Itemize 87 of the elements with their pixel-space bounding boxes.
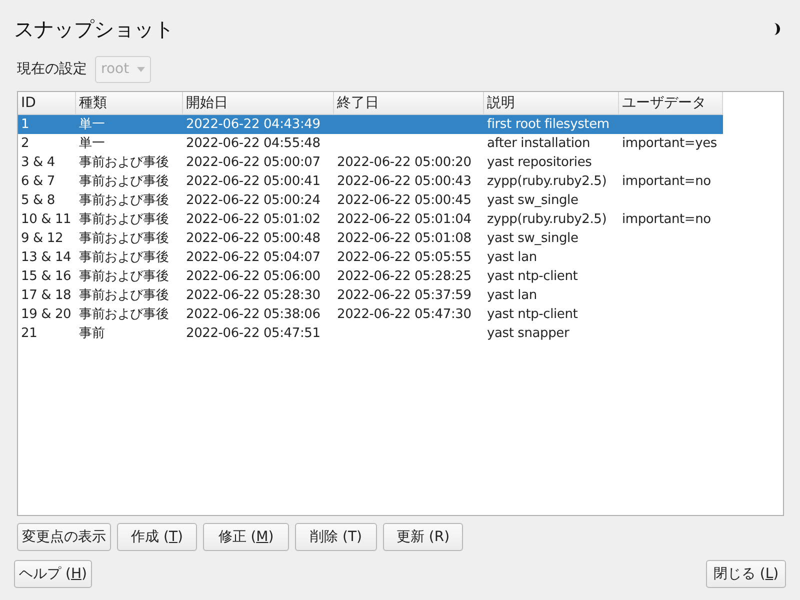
table-row[interactable]: 17 & 18 事前および事後 2022-06-22 05:28:30 2022-06-22 05:37:59 yast lan [18,286,723,305]
config-label: 現在の設定 [17,60,87,79]
table-cell-text: important=yes [622,134,717,153]
table-cell-text: important=no [622,172,711,191]
table-cell-text: yast ntp-client [487,306,578,324]
table-row[interactable]: 10 & 11 事前および事後 2022-06-22 05:01:02 2022-06-22 05:01:04 zypp(ruby.ruby2.5) important=no [18,210,723,229]
table-cell-text: first root filesystem [487,116,610,134]
column-header[interactable]: ユーザデータ [619,92,723,114]
table-cell-text: 事前および事後 [79,210,169,229]
table-cell-text: 単一 [79,134,105,153]
table-row[interactable]: 6 & 7 事前および事後 2022-06-22 05:00:41 2022-06-22 05:00:43 zypp(ruby.ruby2.5) important=no [18,172,723,191]
table-cell-text: 事前および事後 [79,268,169,286]
table-cell-text: 事前および事後 [79,172,169,191]
column-header[interactable]: ID [18,92,76,114]
table-cell-text: 2022-06-22 05:47:30 [337,306,472,324]
table-row[interactable]: 5 & 8 事前および事後 2022-06-22 05:00:24 2022-06-22 05:00:45 yast sw_single [18,191,723,210]
table-cell-text: 2022-06-22 04:55:48 [186,134,320,153]
table-cell-text: 2022-06-22 05:01:02 [186,210,320,229]
table-row[interactable]: 15 & 16 事前および事後 2022-06-22 05:06:00 2022-06-22 05:28:25 yast ntp-client [18,267,723,286]
table-cell-text: yast lan [487,248,537,267]
delete-button[interactable]: 削除 (T) [295,523,377,551]
table-cell-text: 9 & 12 [21,230,64,248]
table-cell-text: 2022-06-22 05:00:41 [186,172,320,191]
table-cell-text: 3 & 4 [21,154,55,172]
window-title: スナップショット [14,16,174,43]
table-cell-text: 2022-06-22 05:01:04 [337,210,472,229]
table-cell-text: important=no [622,210,711,229]
table-row[interactable]: 2 単一 2022-06-22 04:55:48 after installation important=yes [18,134,723,153]
column-header[interactable]: 種類 [76,92,183,114]
table-cell-text: 2022-06-22 05:04:07 [186,248,320,267]
column-header[interactable]: 開始日 [183,92,334,114]
table-cell-text: 1 [21,116,30,134]
close-button[interactable]: 閉じる (L) [706,560,786,588]
table-row[interactable]: 3 & 4 事前および事後 2022-06-22 05:00:07 2022-06-22 05:00:20 yast repositories [18,153,723,172]
table-cell-text: 単一 [79,116,105,134]
table-cell-text: 2022-06-22 05:06:00 [186,268,320,286]
table-cell-text: 2022-06-22 05:01:08 [337,230,472,248]
table-cell-text: 事前および事後 [79,192,169,210]
table-cell-text: 事前および事後 [79,306,169,324]
table-cell-text: 事前および事後 [79,154,169,172]
table-row[interactable]: 13 & 14 事前および事後 2022-06-22 05:04:07 2022-06-22 05:05:55 yast lan [18,248,723,267]
table-cell-text: yast repositories [487,154,592,172]
table-cell-text: yast sw_single [487,230,578,248]
table-cell-text: 2 [21,134,30,153]
table-cell-text: 2022-06-22 05:00:48 [186,230,320,248]
table-cell-text: yast ntp-client [487,268,578,286]
table-cell-text: 2022-06-22 05:28:30 [186,286,320,305]
table-cell-text: 事前および事後 [79,230,169,248]
table-cell-text: yast snapper [487,324,570,343]
table-cell-text: yast lan [487,286,537,305]
table-cell-text: 2022-06-22 04:43:49 [186,116,320,134]
table-cell-text: 事前および事後 [79,286,169,305]
table-row[interactable]: 19 & 20 事前および事後 2022-06-22 05:38:06 2022-06-22 05:47:30 yast ntp-client [18,305,723,324]
table-cell-text: 2022-06-22 05:05:55 [337,248,472,267]
table-cell-text: 2022-06-22 05:00:07 [186,154,320,172]
refresh-button[interactable]: 更新 (R) [383,523,463,551]
table-cell-text: 2022-06-22 05:47:51 [186,324,320,343]
table-cell-text: 2022-06-22 05:00:24 [186,192,320,210]
table-cell-text: 19 & 20 [21,306,72,324]
create-button[interactable]: 作成 (T) [117,523,197,551]
table-cell-text: 13 & 14 [21,248,72,267]
help-button[interactable]: ヘルプ (H) [14,560,92,588]
table-cell-text: 6 & 7 [21,172,55,191]
table-cell-text: 2022-06-22 05:00:43 [337,172,472,191]
table-row[interactable]: 9 & 12 事前および事後 2022-06-22 05:00:48 2022-06-22 05:01:08 yast sw_single [18,229,723,248]
table-cell-text: 15 & 16 [21,268,72,286]
table-cell-text: 10 & 11 [21,210,72,229]
table-cell-text: 21 [21,324,38,343]
table-cell-text: 17 & 18 [21,286,72,305]
table-cell-text: 5 & 8 [21,192,55,210]
table-cell-text: zypp(ruby.ruby2.5) [487,210,607,229]
table-cell-text: after installation [487,134,590,153]
column-header[interactable]: 説明 [484,92,619,114]
table-row[interactable]: 1 単一 2022-06-22 04:43:49 first root filesystem [18,115,723,134]
table-cell-text: yast sw_single [487,192,578,210]
table-cell-text: 2022-06-22 05:28:25 [337,268,472,286]
table-cell-text: 2022-06-22 05:37:59 [337,286,472,305]
table-row[interactable]: 21 事前 2022-06-22 05:47:51 yast snapper [18,324,723,343]
table-cell-text: 事前 [79,324,105,343]
table-cell-text: 2022-06-22 05:00:45 [337,192,472,210]
column-header[interactable]: 終了日 [334,92,484,114]
changes-button[interactable]: 変更点の表示 [17,523,111,551]
table-cell-text: 2022-06-22 05:00:20 [337,154,472,172]
table-cell-text: 2022-06-22 05:38:06 [186,306,320,324]
modify-button[interactable]: 修正 (M) [203,523,289,551]
table-cell-text: zypp(ruby.ruby2.5) [487,172,607,191]
table-cell-text: 事前および事後 [79,248,169,267]
